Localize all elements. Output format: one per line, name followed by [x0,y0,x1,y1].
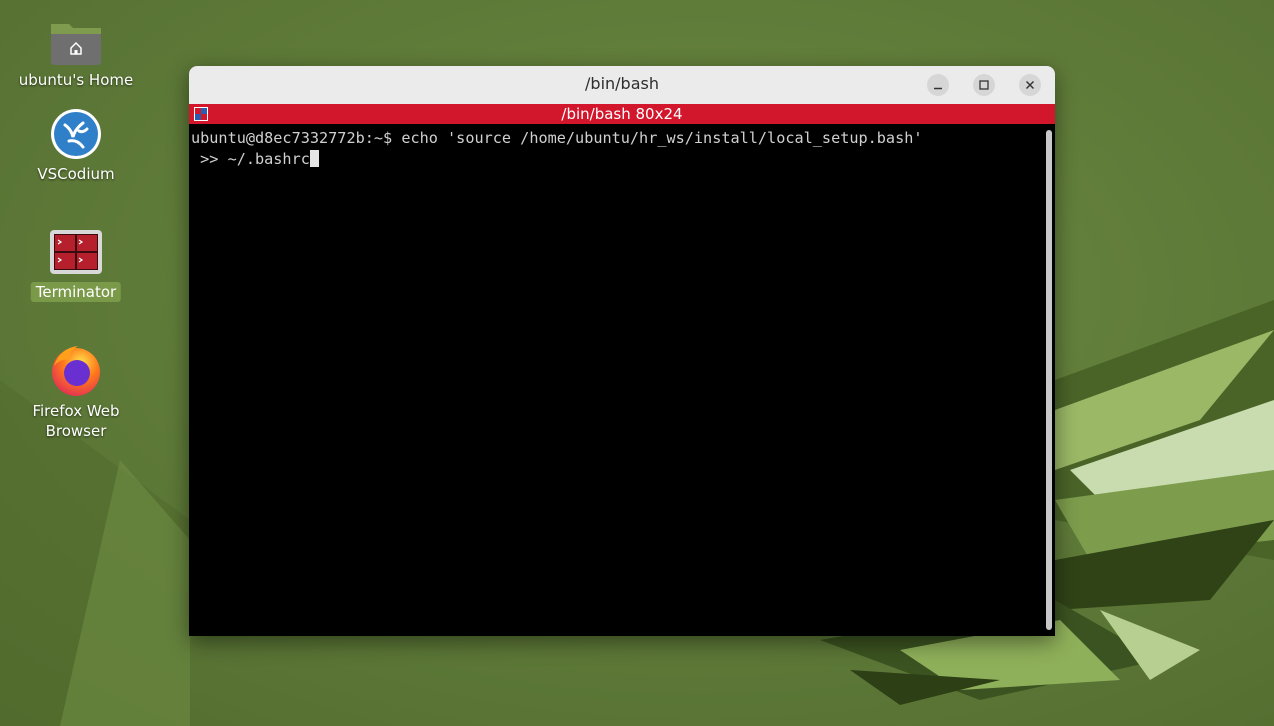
close-icon [1026,81,1034,89]
maximize-button[interactable] [973,74,995,96]
minimize-button[interactable] [927,74,949,96]
terminal-scrollbar[interactable] [1046,130,1052,630]
window-titlebar[interactable]: /bin/bash [189,66,1055,105]
window-title: /bin/bash [585,74,659,93]
desktop-icon-label: Firefox Web [32,402,120,420]
desktop-icon-vscodium[interactable]: VSCodium [1,105,151,190]
terminal-window[interactable]: /bin/bash /bin/bash 80x24 ubuntu@d8ec733… [189,66,1055,636]
terminal-command-continued: >> ~/.bashrc [191,150,310,168]
minimize-icon [934,87,942,90]
desktop-icon-terminator[interactable]: Terminator [1,226,151,306]
vscodium-icon [51,109,101,159]
desktop-icon-label: Browser [45,422,107,440]
desktop-icon-label: VSCodium [37,165,115,183]
terminal-tab-title: /bin/bash 80x24 [561,105,683,123]
desktop-icon-label: ubuntu's Home [18,71,134,89]
terminal-cursor [309,150,319,167]
terminal-text: ubuntu@d8ec7332772b:~$ echo 'source /hom… [191,128,923,170]
desktop-icon-home[interactable]: ubuntu's Home [1,10,151,100]
firefox-icon [52,346,100,396]
close-button[interactable] [1019,74,1041,96]
maximize-icon [979,80,989,90]
terminal-prompt: ubuntu@d8ec7332772b:~$ [191,129,393,147]
desktop-icon-firefox[interactable]: Firefox Web Browser [1,340,151,445]
desktop-icon-label: Terminator [30,282,122,302]
terminal-output[interactable]: ubuntu@d8ec7332772b:~$ echo 'source /hom… [189,124,1055,636]
terminal-command: echo 'source /home/ubuntu/hr_ws/install/… [392,129,923,147]
terminal-tab-bar[interactable]: /bin/bash 80x24 [189,104,1055,124]
home-folder-icon [51,24,101,65]
terminator-icon [50,230,102,274]
